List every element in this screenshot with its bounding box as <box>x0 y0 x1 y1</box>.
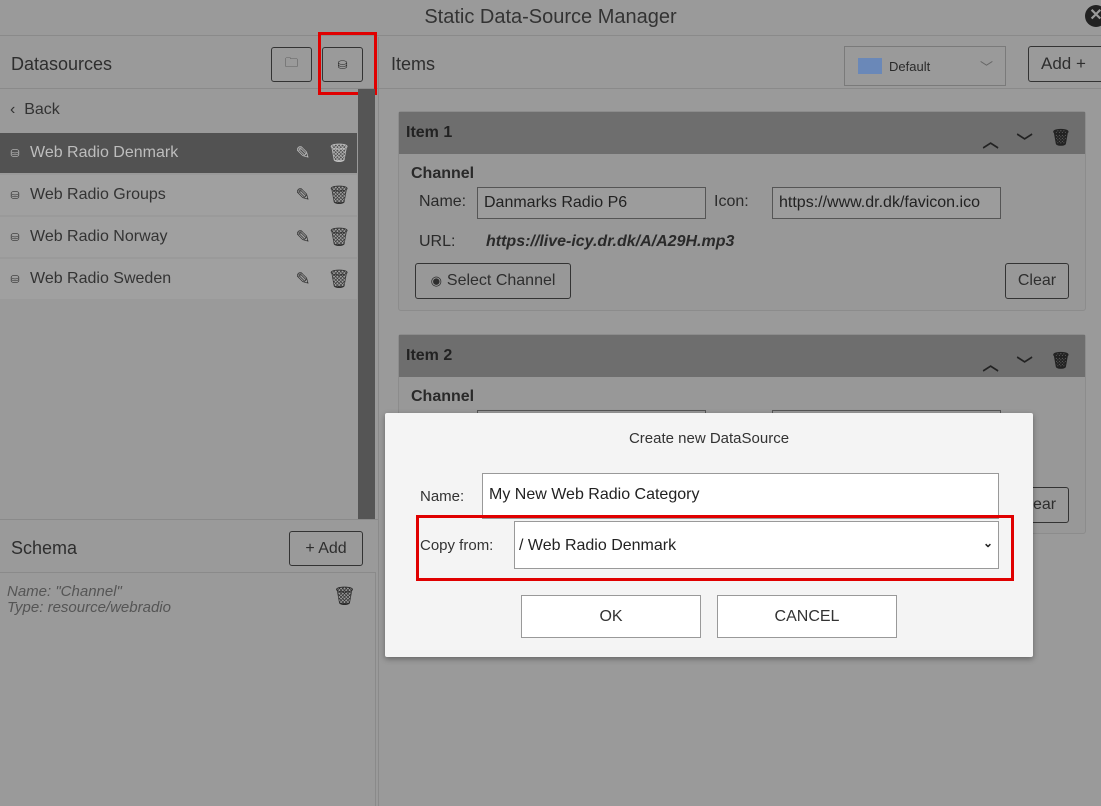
edit-icon[interactable]: ✎ <box>285 185 321 206</box>
edit-icon[interactable]: ✎ <box>285 143 321 164</box>
language-select[interactable]: Default ﹀ <box>844 46 1006 86</box>
close-icon[interactable]: ✕ <box>1085 5 1101 27</box>
trash-icon[interactable]: 🗑 <box>321 143 357 164</box>
broadcast-icon: ◉ <box>430 273 442 288</box>
schema-title: Schema <box>11 538 78 558</box>
url-label: URL: <box>419 233 456 250</box>
flag-icon <box>858 58 882 74</box>
dialog-title: Create new DataSource <box>628 430 790 447</box>
back-button[interactable]: ‹ Back <box>10 101 60 119</box>
datasources-title: Datasources <box>11 54 113 74</box>
create-datasource-dialog: Create new DataSource Name: My New Web R… <box>385 413 1033 657</box>
url-value: https://live-icy.dr.dk/A/A29H.mp3 <box>486 233 735 250</box>
item-title: Item 2 <box>406 347 453 364</box>
chevron-down-icon: ﹀ <box>979 59 993 75</box>
name-label: Name: <box>420 488 465 505</box>
schema-entry[interactable]: Name: "Channel" Type: resource/webradio <box>7 584 171 616</box>
icon-input[interactable]: https://www.dr.dk/favicon.ico <box>772 187 1001 219</box>
clear-button[interactable]: Clear <box>1005 263 1069 299</box>
scrollbar[interactable] <box>358 89 375 519</box>
trash-icon[interactable]: 🗑 <box>321 269 357 290</box>
section-label: Channel <box>411 388 475 405</box>
move-down-icon[interactable]: ﹀ <box>1017 128 1033 152</box>
datasource-name-input[interactable]: My New Web Radio Category <box>482 473 999 519</box>
database-icon: ⛁ <box>10 189 20 202</box>
edit-icon[interactable]: ✎ <box>285 269 321 290</box>
database-icon: ⛁ <box>10 231 20 244</box>
icon-label: Icon: <box>714 193 749 210</box>
window-title: Static Data-Source Manager <box>0 0 1101 36</box>
new-folder-button[interactable]: 🗀 <box>271 47 312 82</box>
divider <box>378 37 379 806</box>
trash-icon[interactable]: 🗑 <box>333 586 356 607</box>
ok-button[interactable]: OK <box>521 595 701 638</box>
section-label: Channel <box>411 165 475 182</box>
add-item-button[interactable]: Add + <box>1028 46 1101 82</box>
datasource-item[interactable]: ⛁ Web Radio Sweden ✎ 🗑 <box>0 259 357 299</box>
item-title: Item 1 <box>406 124 453 141</box>
name-input[interactable]: Danmarks Radio P6 <box>477 187 706 219</box>
move-down-icon[interactable]: ﹀ <box>1017 351 1033 375</box>
trash-icon[interactable]: 🗑 <box>1051 128 1071 152</box>
database-icon: ⛁ <box>10 147 20 160</box>
chevron-left-icon: ‹ <box>10 101 16 118</box>
trash-icon[interactable]: 🗑 <box>321 227 357 248</box>
move-up-icon[interactable]: ︿ <box>983 351 999 375</box>
divider <box>0 519 378 520</box>
highlight-box <box>318 32 377 95</box>
edit-icon[interactable]: ✎ <box>285 227 321 248</box>
datasource-item[interactable]: ⛁ Web Radio Denmark ✎ 🗑 <box>0 133 357 173</box>
name-label: Name: <box>419 193 467 210</box>
trash-icon[interactable]: 🗑 <box>321 185 357 206</box>
datasource-item[interactable]: ⛁ Web Radio Norway ✎ 🗑 <box>0 217 357 257</box>
database-icon: ⛁ <box>10 273 20 286</box>
datasource-item[interactable]: ⛁ Web Radio Groups ✎ 🗑 <box>0 175 357 215</box>
highlight-box <box>416 515 1014 581</box>
divider <box>379 88 1101 89</box>
schema-add-button[interactable]: + Add <box>289 531 363 566</box>
select-channel-button[interactable]: ◉ Select Channel <box>415 263 571 299</box>
items-title: Items <box>391 54 436 74</box>
trash-icon[interactable]: 🗑 <box>1051 351 1071 375</box>
folder-plus-icon: 🗀 <box>284 54 298 70</box>
cancel-button[interactable]: CANCEL <box>717 595 897 638</box>
move-up-icon[interactable]: ︿ <box>983 128 999 152</box>
